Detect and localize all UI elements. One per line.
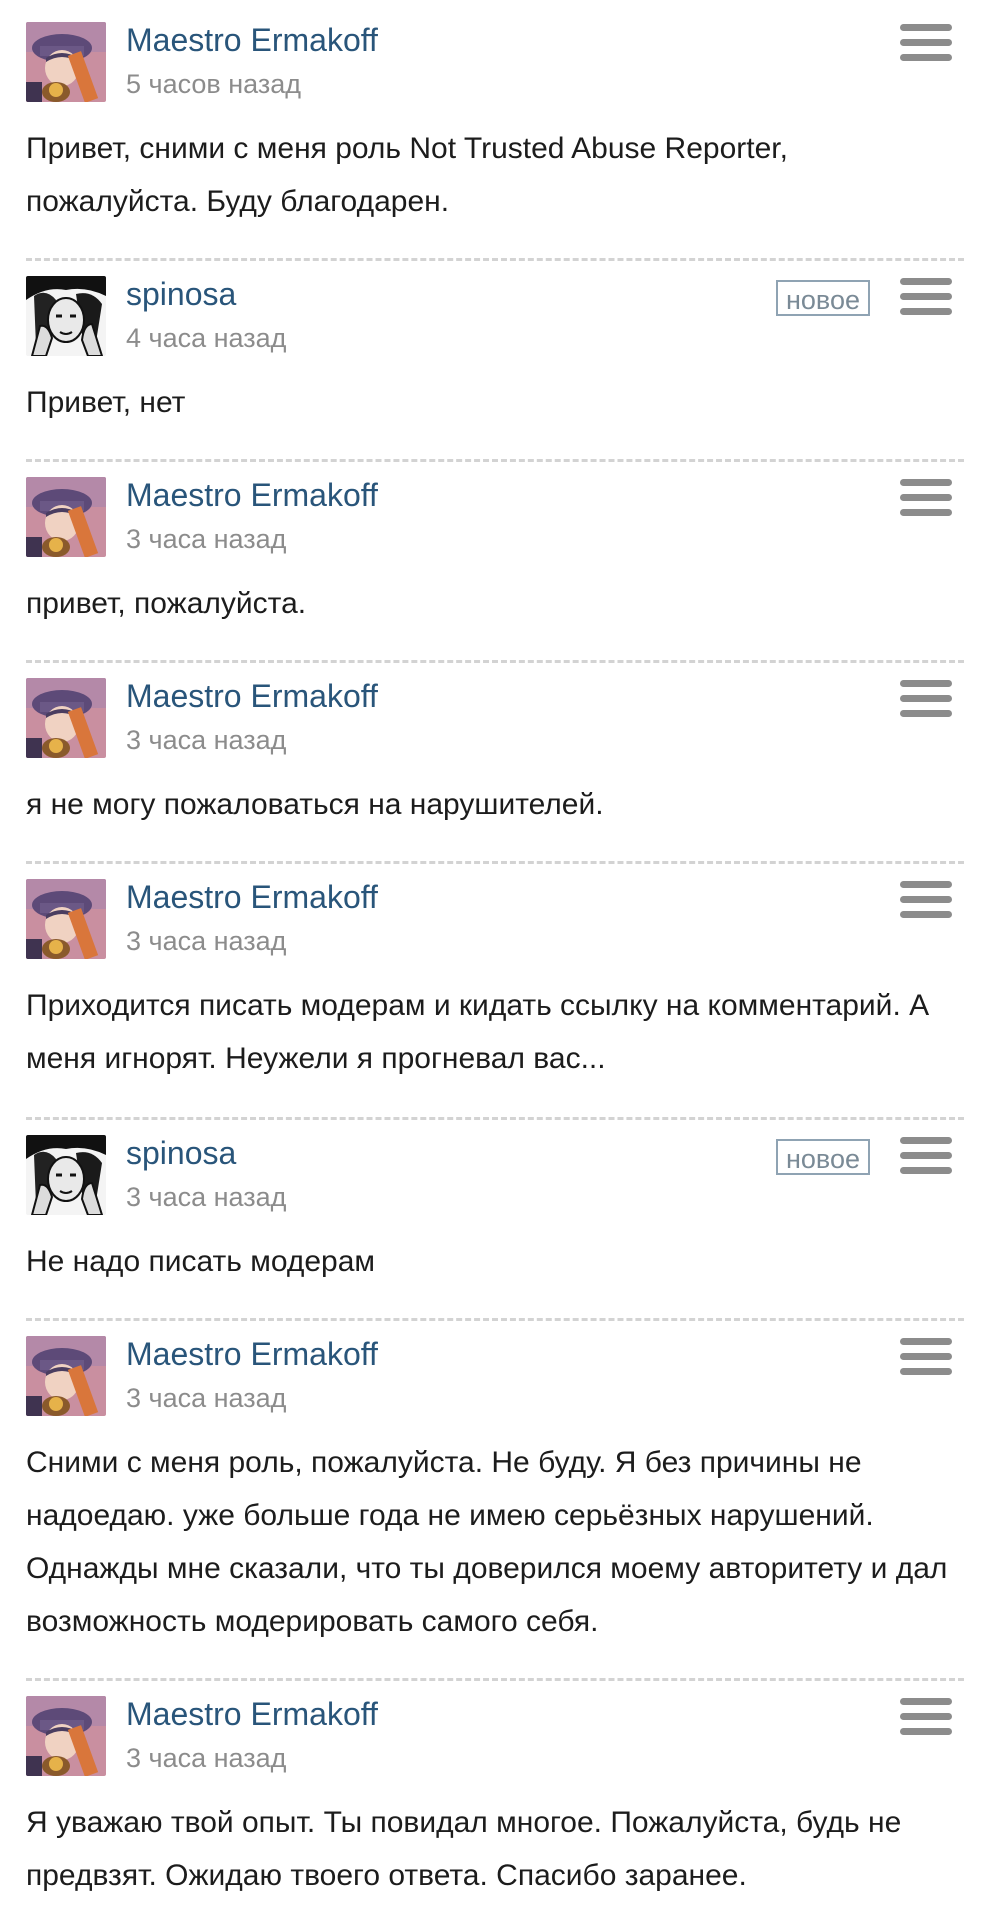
comment-text: Не надо писать модерам bbox=[26, 1245, 376, 1278]
divider bbox=[26, 459, 964, 462]
author-name[interactable]: spinosa bbox=[126, 274, 236, 314]
new-badge: новое bbox=[776, 280, 870, 316]
avatar[interactable] bbox=[26, 1135, 106, 1215]
divider bbox=[26, 258, 964, 261]
divider bbox=[26, 660, 964, 663]
comment-text: привет, пожалуйста. bbox=[26, 587, 307, 620]
avatar[interactable] bbox=[26, 276, 106, 356]
comment-text: Привет, сними с меня роль Not Trusted Ab… bbox=[26, 132, 788, 218]
author-name[interactable]: Maestro Ermakoff bbox=[126, 20, 378, 60]
timestamp: 4 часа назад bbox=[126, 323, 287, 353]
timestamp: 5 часов назад bbox=[126, 69, 302, 99]
timestamp: 3 часа назад bbox=[126, 1182, 287, 1212]
avatar[interactable] bbox=[26, 678, 106, 758]
avatar[interactable] bbox=[26, 477, 106, 557]
avatar[interactable] bbox=[26, 879, 106, 959]
hamburger-menu-icon[interactable] bbox=[900, 879, 952, 921]
hamburger-menu-icon[interactable] bbox=[900, 1696, 952, 1738]
avatar[interactable] bbox=[26, 22, 106, 102]
author-name[interactable]: spinosa bbox=[126, 1133, 236, 1173]
hamburger-menu-icon[interactable] bbox=[900, 1135, 952, 1177]
comment-text: Приходится писать модерам и кидать ссылк… bbox=[26, 989, 930, 1075]
comment-text: Сними с меня роль, пожалуйста. Не буду. … bbox=[26, 1446, 948, 1638]
hamburger-menu-icon[interactable] bbox=[900, 22, 952, 64]
author-name[interactable]: Maestro Ermakoff bbox=[126, 676, 378, 716]
divider bbox=[26, 1318, 964, 1321]
avatar[interactable] bbox=[26, 1696, 106, 1776]
timestamp: 3 часа назад bbox=[126, 524, 287, 554]
divider bbox=[26, 1117, 964, 1120]
comment-text: Привет, нет bbox=[26, 386, 186, 419]
avatar[interactable] bbox=[26, 1336, 106, 1416]
author-name[interactable]: Maestro Ermakoff bbox=[126, 877, 378, 917]
author-name[interactable]: Maestro Ermakoff bbox=[126, 1334, 378, 1374]
comment-text: Я уважаю твой опыт. Ты повидал многое. П… bbox=[26, 1806, 902, 1892]
timestamp: 3 часа назад bbox=[126, 926, 287, 956]
timestamp: 3 часа назад bbox=[126, 1743, 287, 1773]
divider bbox=[26, 861, 964, 864]
author-name[interactable]: Maestro Ermakoff bbox=[126, 475, 378, 515]
timestamp: 3 часа назад bbox=[126, 1383, 287, 1413]
author-name[interactable]: Maestro Ermakoff bbox=[126, 1694, 378, 1734]
hamburger-menu-icon[interactable] bbox=[900, 678, 952, 720]
timestamp: 3 часа назад bbox=[126, 725, 287, 755]
hamburger-menu-icon[interactable] bbox=[900, 477, 952, 519]
comment-text: я не могу пожаловаться на нарушителей. bbox=[26, 788, 604, 821]
divider bbox=[26, 1678, 964, 1681]
hamburger-menu-icon[interactable] bbox=[900, 276, 952, 318]
hamburger-menu-icon[interactable] bbox=[900, 1336, 952, 1378]
new-badge: новое bbox=[776, 1139, 870, 1175]
